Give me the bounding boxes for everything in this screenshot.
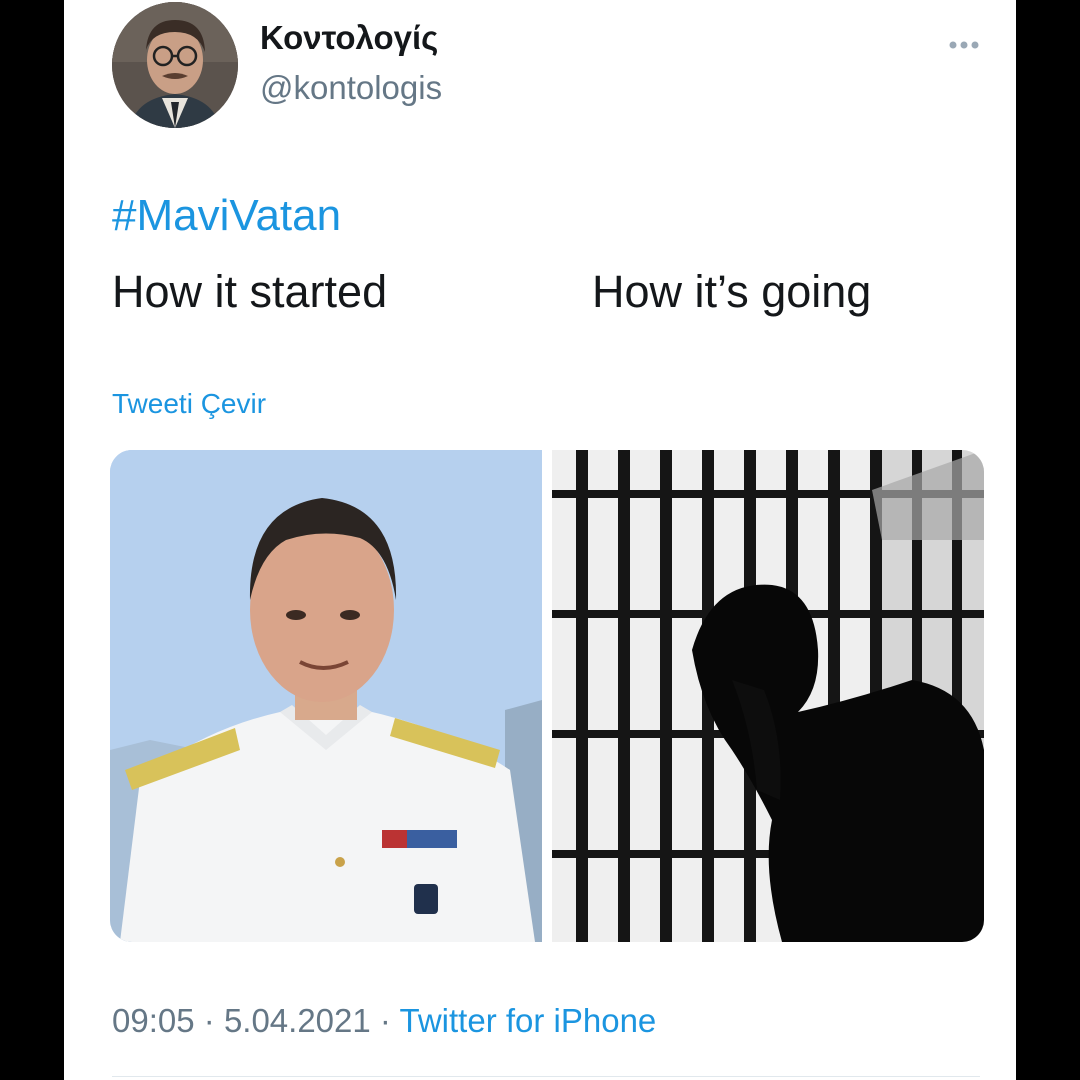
more-icon[interactable] — [948, 30, 980, 56]
divider — [112, 1076, 980, 1077]
prison-bars-photo[interactable] — [552, 450, 984, 942]
tweet-meta: 09:05 · 5.04.2021 · Twitter for iPhone — [112, 1002, 656, 1040]
translate-link[interactable]: Tweeti Çevir — [112, 388, 266, 420]
hashtag-link[interactable]: #MaviVatan — [112, 190, 341, 243]
meta-separator: · — [379, 1002, 391, 1039]
meta-separator: · — [203, 1002, 215, 1039]
tweet-date[interactable]: 5.04.2021 — [224, 1002, 371, 1039]
tweet-source-link[interactable]: Twitter for iPhone — [400, 1002, 657, 1039]
tweet-time[interactable]: 09:05 — [112, 1002, 195, 1039]
tweet-card: Κοντολογίς @kontologis #MaviVatan How it… — [64, 0, 1016, 1080]
tweet-text-started: How it started — [112, 266, 388, 317]
navy-officer-photo[interactable] — [110, 450, 542, 942]
tweet-text-going: How it’s going — [592, 266, 872, 317]
author-handle[interactable]: @kontologis — [260, 68, 442, 108]
author-name[interactable]: Κοντολογίς — [260, 18, 438, 58]
avatar[interactable] — [112, 2, 238, 128]
tweet-media[interactable] — [110, 450, 984, 942]
tweet-text: How it started How it’s going — [112, 265, 871, 481]
